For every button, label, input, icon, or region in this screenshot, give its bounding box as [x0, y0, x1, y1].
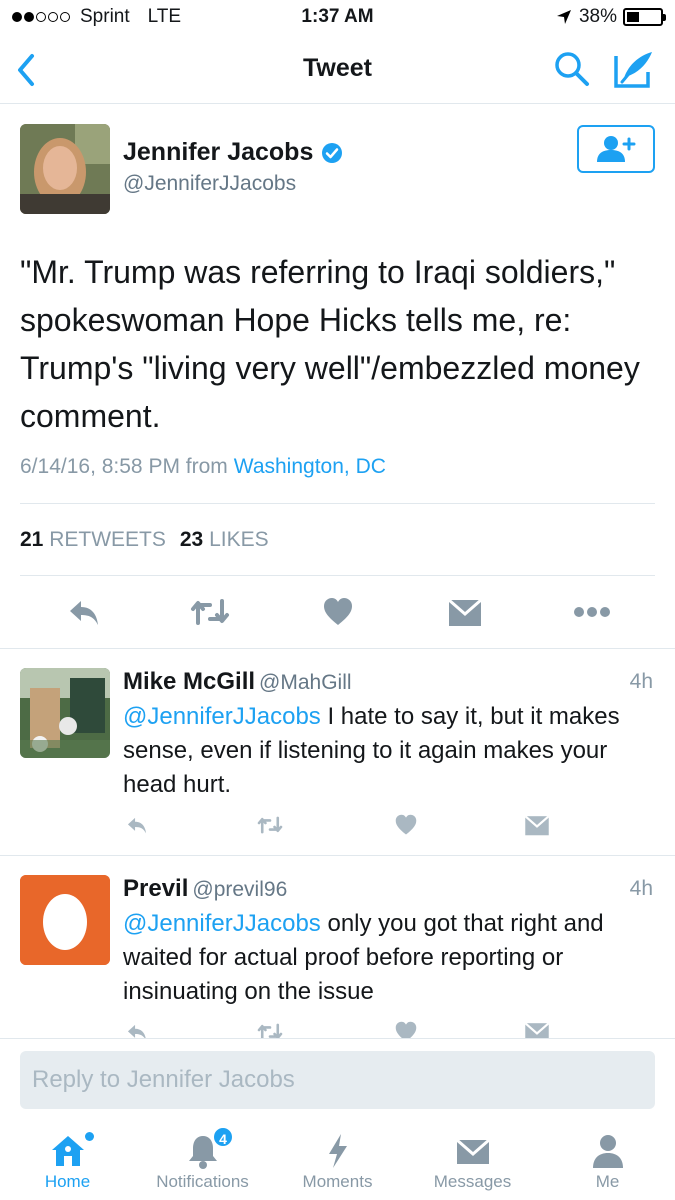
reply-time: 4h: [629, 670, 653, 693]
more-options-icon[interactable]: [572, 595, 612, 629]
person-icon: [592, 1135, 623, 1168]
reply-composer-bar: [0, 1038, 675, 1120]
reply-mention-link[interactable]: @JenniferJJacobs: [123, 703, 321, 730]
tab-home-label: Home: [44, 1172, 91, 1191]
reply-text: @JenniferJJacobs only you got that right…: [123, 907, 643, 1009]
divider: [20, 575, 655, 576]
notifications-badge: 4: [212, 1126, 234, 1148]
tweet-timestamp: 6/14/16, 8:58 PM from: [20, 455, 228, 478]
tab-moments[interactable]: Moments: [270, 1126, 405, 1200]
envelope-icon: [455, 1138, 490, 1164]
reply-author-name[interactable]: Previl: [123, 875, 188, 902]
reply-item[interactable]: Mike McGill @MahGill 4h @JenniferJJacobs …: [0, 648, 675, 854]
reply-mention-link[interactable]: @JenniferJJacobs: [123, 910, 321, 937]
search-icon[interactable]: [553, 50, 591, 88]
author-handle[interactable]: @JenniferJJacobs: [123, 172, 296, 196]
nav-bar: Tweet: [0, 36, 675, 104]
like-heart-icon[interactable]: [322, 595, 354, 629]
tweet-stats: 21 RETWEETS 23 LIKES: [20, 528, 269, 552]
tab-home[interactable]: Home: [0, 1126, 135, 1200]
reply-icon[interactable]: [125, 814, 149, 836]
retweet-icon[interactable]: [190, 595, 230, 629]
status-bar: Sprint LTE 1:37 AM 38%: [0, 0, 675, 36]
like-heart-icon[interactable]: [394, 814, 418, 836]
direct-message-icon[interactable]: [524, 814, 550, 836]
reply-text: @JenniferJJacobs I hate to say it, but i…: [123, 700, 643, 802]
retweets-stat[interactable]: 21 RETWEETS: [20, 528, 166, 552]
battery-percent: 38%: [578, 6, 617, 27]
compose-tweet-icon[interactable]: [612, 48, 656, 90]
verified-badge-icon: [322, 142, 343, 163]
author-name-text[interactable]: Jennifer Jacobs: [123, 138, 313, 167]
location-arrow-icon: [556, 10, 571, 24]
reply-actions: [0, 1021, 675, 1038]
reply-author-handle[interactable]: @MahGill: [259, 671, 352, 694]
reply-input[interactable]: [20, 1051, 655, 1109]
reply-avatar-egg[interactable]: [20, 875, 110, 965]
follow-button[interactable]: [577, 125, 655, 173]
tweet-text: "Mr. Trump was referring to Iraqi soldie…: [20, 254, 640, 434]
tab-moments-label: Moments: [302, 1172, 373, 1191]
likes-label: LIKES: [209, 528, 269, 551]
reply-header: Mike McGill @MahGill: [123, 668, 352, 696]
status-right: 38%: [555, 6, 666, 28]
reply-item[interactable]: Previl @previl96 4h @JenniferJJacobs only…: [0, 855, 675, 1038]
likes-stat[interactable]: 23 LIKES: [180, 528, 269, 552]
reply-icon[interactable]: [125, 1021, 149, 1038]
tweet-meta: 6/14/16, 8:58 PM from Washington, DC: [20, 455, 386, 479]
home-unread-dot: [85, 1132, 94, 1141]
tweet-actions: [0, 595, 675, 633]
lightning-icon: [328, 1134, 347, 1168]
reply-actions: [0, 814, 675, 840]
tab-messages-label: Messages: [433, 1172, 512, 1191]
reply-author-name[interactable]: Mike McGill: [123, 668, 255, 695]
divider: [20, 503, 655, 504]
retweets-label: RETWEETS: [49, 528, 166, 551]
reply-avatar[interactable]: [20, 668, 110, 758]
tab-messages[interactable]: Messages: [405, 1126, 540, 1200]
tab-notifications[interactable]: 4 Notifications: [135, 1126, 270, 1200]
add-person-icon: [597, 136, 636, 162]
retweet-icon[interactable]: [256, 814, 284, 836]
tab-notifications-label: Notifications: [156, 1172, 249, 1191]
reply-time: 4h: [629, 877, 653, 900]
like-heart-icon[interactable]: [394, 1021, 418, 1038]
reply-header: Previl @previl96: [123, 875, 287, 903]
tab-bar: Home 4 Notifications Moments Messages Me: [0, 1120, 675, 1200]
reply-author-handle[interactable]: @previl96: [192, 878, 287, 901]
home-icon: [51, 1136, 84, 1166]
tab-me[interactable]: Me: [540, 1126, 675, 1200]
direct-message-icon[interactable]: [524, 1021, 550, 1038]
likes-count: 23: [179, 528, 204, 551]
retweets-count: 21: [20, 528, 44, 551]
author-name[interactable]: Jennifer Jacobs: [123, 138, 343, 167]
reply-icon[interactable]: [67, 595, 101, 629]
author-avatar[interactable]: [20, 124, 110, 214]
tweet-location-link[interactable]: Washington, DC: [234, 455, 386, 478]
direct-message-icon[interactable]: [448, 595, 482, 629]
battery-icon: [623, 8, 666, 26]
retweet-icon[interactable]: [256, 1021, 284, 1038]
tab-me-label: Me: [595, 1172, 620, 1191]
